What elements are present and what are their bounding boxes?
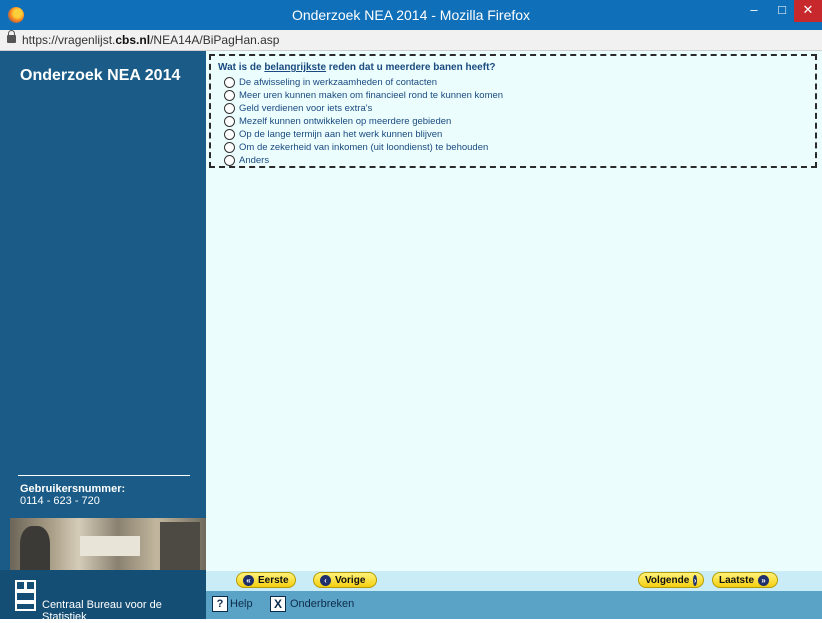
- footer-bar: ? Help X Onderbreken: [206, 591, 822, 619]
- answer-option[interactable]: Meer uren kunnen maken om financieel ron…: [224, 89, 503, 102]
- divider: [18, 475, 190, 476]
- minimize-button[interactable]: –: [740, 0, 768, 22]
- question-emphasis: belangrijkste: [264, 62, 327, 73]
- question-prefix: Wat is de: [218, 62, 265, 73]
- answer-label: Op de lange termijn aan het werk kunnen …: [239, 129, 443, 140]
- user-number-label: Gebruikersnummer:: [20, 483, 126, 495]
- close-button[interactable]: ✕: [794, 0, 822, 22]
- user-number-value: 0114 - 623 - 720: [20, 495, 100, 507]
- radio-button[interactable]: [224, 155, 235, 166]
- first-button[interactable]: « Eerste: [236, 572, 296, 588]
- radio-button[interactable]: [224, 90, 235, 101]
- address-bar[interactable]: https://vragenlijst.cbs.nl/NEA14A/BiPagH…: [0, 30, 822, 51]
- abort-icon[interactable]: X: [270, 596, 286, 612]
- sidebar-photo: [10, 518, 206, 570]
- cbs-logo-area: Centraal Bureau voor de Statistiek: [0, 570, 206, 623]
- lock-icon: [7, 30, 16, 43]
- answer-options: De afwisseling in werkzaamheden of conta…: [224, 76, 503, 167]
- previous-label: Vorige: [335, 574, 366, 586]
- radio-button[interactable]: [224, 116, 235, 127]
- window-titlebar: Onderzoek NEA 2014 - Mozilla Firefox – □…: [0, 0, 822, 30]
- next-label: Volgende: [645, 574, 690, 586]
- previous-button[interactable]: ‹ Vorige: [313, 572, 377, 588]
- radio-button[interactable]: [224, 77, 235, 88]
- abort-link[interactable]: Onderbreken: [290, 598, 354, 610]
- answer-label: Anders: [239, 155, 270, 166]
- url-prefix: https://vragenlijst.: [22, 33, 116, 47]
- url-path: /NEA14A/BiPagHan.asp: [150, 33, 280, 47]
- answer-label: Mezelf kunnen ontwikkelen op meerdere ge…: [239, 116, 452, 127]
- organization-name: Centraal Bureau voor de Statistiek: [42, 599, 162, 623]
- answer-label: De afwisseling in werkzaamheden of conta…: [239, 77, 438, 88]
- last-button[interactable]: Laatste»: [712, 572, 778, 588]
- last-label: Laatste: [719, 574, 755, 586]
- question-text: Wat is de belangrijkste reden dat u meer…: [218, 62, 496, 73]
- radio-button[interactable]: [224, 103, 235, 114]
- maximize-button[interactable]: □: [768, 0, 796, 22]
- double-chevron-right-icon: »: [758, 574, 770, 586]
- window-title: Onderzoek NEA 2014 - Mozilla Firefox: [291, 7, 531, 23]
- answer-label: Geld verdienen voor iets extra's: [239, 103, 373, 114]
- answer-label: Meer uren kunnen maken om financieel ron…: [239, 90, 504, 101]
- radio-button[interactable]: [224, 142, 235, 153]
- survey-content: Wat is de belangrijkste reden dat u meer…: [206, 51, 822, 571]
- navigation-bar: « Eerste ‹ Vorige Volgende › Laatste»: [206, 571, 822, 591]
- survey-title: Onderzoek NEA 2014: [20, 67, 181, 84]
- answer-option[interactable]: Mezelf kunnen ontwikkelen op meerdere ge…: [224, 115, 503, 128]
- help-icon[interactable]: ?: [212, 596, 228, 612]
- answer-option[interactable]: Geld verdienen voor iets extra's: [224, 102, 503, 115]
- chevron-right-icon: ›: [693, 574, 697, 586]
- next-button[interactable]: Volgende ›: [638, 572, 704, 588]
- answer-label: Om de zekerheid van inkomen (uit loondie…: [239, 142, 489, 153]
- answer-option[interactable]: Op de lange termijn aan het werk kunnen …: [224, 128, 503, 141]
- radio-button[interactable]: [224, 129, 235, 140]
- cbs-logo-icon: [15, 580, 37, 611]
- url-text[interactable]: https://vragenlijst.cbs.nl/NEA14A/BiPagH…: [22, 33, 279, 47]
- sidebar: Onderzoek NEA 2014 Gebruikersnummer: 011…: [0, 51, 206, 623]
- help-link[interactable]: Help: [230, 598, 253, 610]
- first-label: Eerste: [258, 574, 289, 586]
- double-chevron-left-icon: «: [243, 574, 254, 586]
- chevron-left-icon: ‹: [320, 574, 331, 586]
- answer-option[interactable]: De afwisseling in werkzaamheden of conta…: [224, 76, 503, 89]
- url-domain: cbs.nl: [115, 33, 151, 47]
- question-suffix: reden dat u meerdere banen heeft?: [326, 62, 496, 73]
- answer-option[interactable]: Anders: [224, 154, 503, 167]
- answer-option[interactable]: Om de zekerheid van inkomen (uit loondie…: [224, 141, 503, 154]
- question-box: Wat is de belangrijkste reden dat u meer…: [209, 54, 817, 168]
